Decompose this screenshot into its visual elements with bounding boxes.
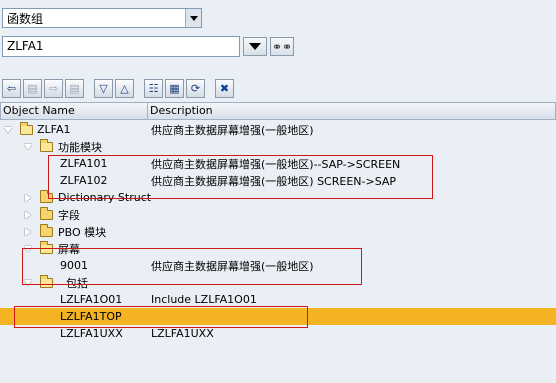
tree-node-root[interactable]: ZLFA1 供应商主数据屏幕增强(一般地区) [0,121,556,138]
tree-node-label: LZLFA1O01 [60,293,123,306]
tree-node-function-modules[interactable]: 功能模块 [0,138,556,155]
tree-node-dictionary[interactable]: Dictionary Struct [0,189,556,206]
folder-icon [40,190,53,203]
folder-icon [40,207,53,220]
tree-node-description: 供应商主数据屏幕增强(一般地区)--SAP->SCREEN [151,157,401,171]
column-header-description[interactable]: Description [148,102,556,120]
tree-node-include-top[interactable]: LZLFA1TOP [0,308,556,325]
tree-node-include-o01[interactable]: LZLFA1O01 Include LZLFA1O01 [0,291,556,308]
tree-node-label: Dictionary Struct [58,191,152,204]
tree-node-label: ZLFA1 [37,123,71,136]
object-type-select[interactable]: 函数组 [2,8,202,28]
close-icon[interactable]: ✖ [215,78,234,98]
expand-icon[interactable]: △ [115,78,134,98]
tree-node-pbo[interactable]: PBO 模块 [0,223,556,240]
forward-list-icon[interactable]: ▤ [65,78,84,98]
tree-node-label: 功能模块 [58,140,102,154]
expanded-arrow-icon[interactable] [24,245,32,252]
back-list-icon[interactable]: ▤ [23,78,42,98]
tree-node-label: LZLFA1TOP [60,310,122,323]
hierarchy-icon[interactable]: ☷ [144,78,163,98]
object-type-value: 函数组 [7,11,44,26]
expanded-arrow-icon[interactable] [4,126,12,133]
tree-node-label: 包括 [66,276,88,290]
tree-node-description: 供应商主数据屏幕增强(一般地区) [151,123,314,137]
history-dropdown-button[interactable] [243,37,267,56]
tree-node-label: ZLFA102 [60,174,108,187]
collapsed-arrow-icon[interactable] [25,193,31,202]
tree-node-screen-9001[interactable]: 9001 供应商主数据屏幕增强(一般地区) [0,257,556,274]
tree-node-description: 供应商主数据屏幕增强(一般地区) [151,259,314,273]
back-icon[interactable]: ⇦ [2,78,21,98]
collapsed-arrow-icon[interactable] [25,227,31,236]
tree-node-includes[interactable]: 包括 [0,274,556,291]
forward-icon[interactable]: ⇨ [44,78,63,98]
folder-icon [40,139,53,152]
folder-icon [20,122,33,135]
tree-node-label: 9001 [60,259,88,272]
object-tree: ZLFA1 供应商主数据屏幕增强(一般地区) 功能模块 ZLFA101 供应商主… [0,121,556,342]
tree-node-fm-zlfa101[interactable]: ZLFA101 供应商主数据屏幕增强(一般地区)--SAP->SCREEN [0,155,556,172]
tree-node-description: LZLFA1UXX [151,327,214,340]
object-navigator-panel: 函数组 ZLFA1 ⚭⚭ ⇦ ▤ ⇨ ▤ ▽ △ ☷ ▦ ⟳ ✖ Object … [0,0,556,383]
tree-node-fm-zlfa102[interactable]: ZLFA102 供应商主数据屏幕增强(一般地区) SCREEN->SAP [0,172,556,189]
refresh-icon[interactable]: ⟳ [186,78,205,98]
tree-node-description: Include LZLFA1O01 [151,293,257,306]
tree-node-fields[interactable]: 字段 [0,206,556,223]
tree-node-label: LZLFA1UXX [60,327,123,340]
display-object-icon[interactable]: ▦ [165,78,184,98]
glasses-icon: ⚭⚭ [271,39,293,54]
tree-node-label: 屏幕 [58,242,80,256]
toolbar: ⇦ ▤ ⇨ ▤ ▽ △ ☷ ▦ ⟳ ✖ [0,77,556,99]
folder-icon [40,224,53,237]
collapse-icon[interactable]: ▽ [94,78,113,98]
tree-node-label: ZLFA101 [60,157,108,170]
expanded-arrow-icon[interactable] [24,143,32,150]
chevron-down-icon [249,43,261,50]
tree-node-label: PBO 模块 [58,225,107,239]
tree-node-include-uxx[interactable]: LZLFA1UXX LZLFA1UXX [0,325,556,342]
expanded-arrow-icon[interactable] [24,279,32,286]
tree-node-screens[interactable]: 屏幕 [0,240,556,257]
tree-node-label: 字段 [58,208,80,222]
collapsed-arrow-icon[interactable] [25,210,31,219]
display-glasses-button[interactable]: ⚭⚭ [270,37,294,56]
folder-icon [40,275,53,288]
object-name-input[interactable]: ZLFA1 [2,36,240,57]
tree-node-description: 供应商主数据屏幕增强(一般地区) SCREEN->SAP [151,174,397,188]
column-header-object-name[interactable]: Object Name [0,102,148,120]
chevron-down-icon[interactable] [185,9,201,27]
tree-header: Object Name Description [0,102,556,120]
folder-icon [40,241,53,254]
